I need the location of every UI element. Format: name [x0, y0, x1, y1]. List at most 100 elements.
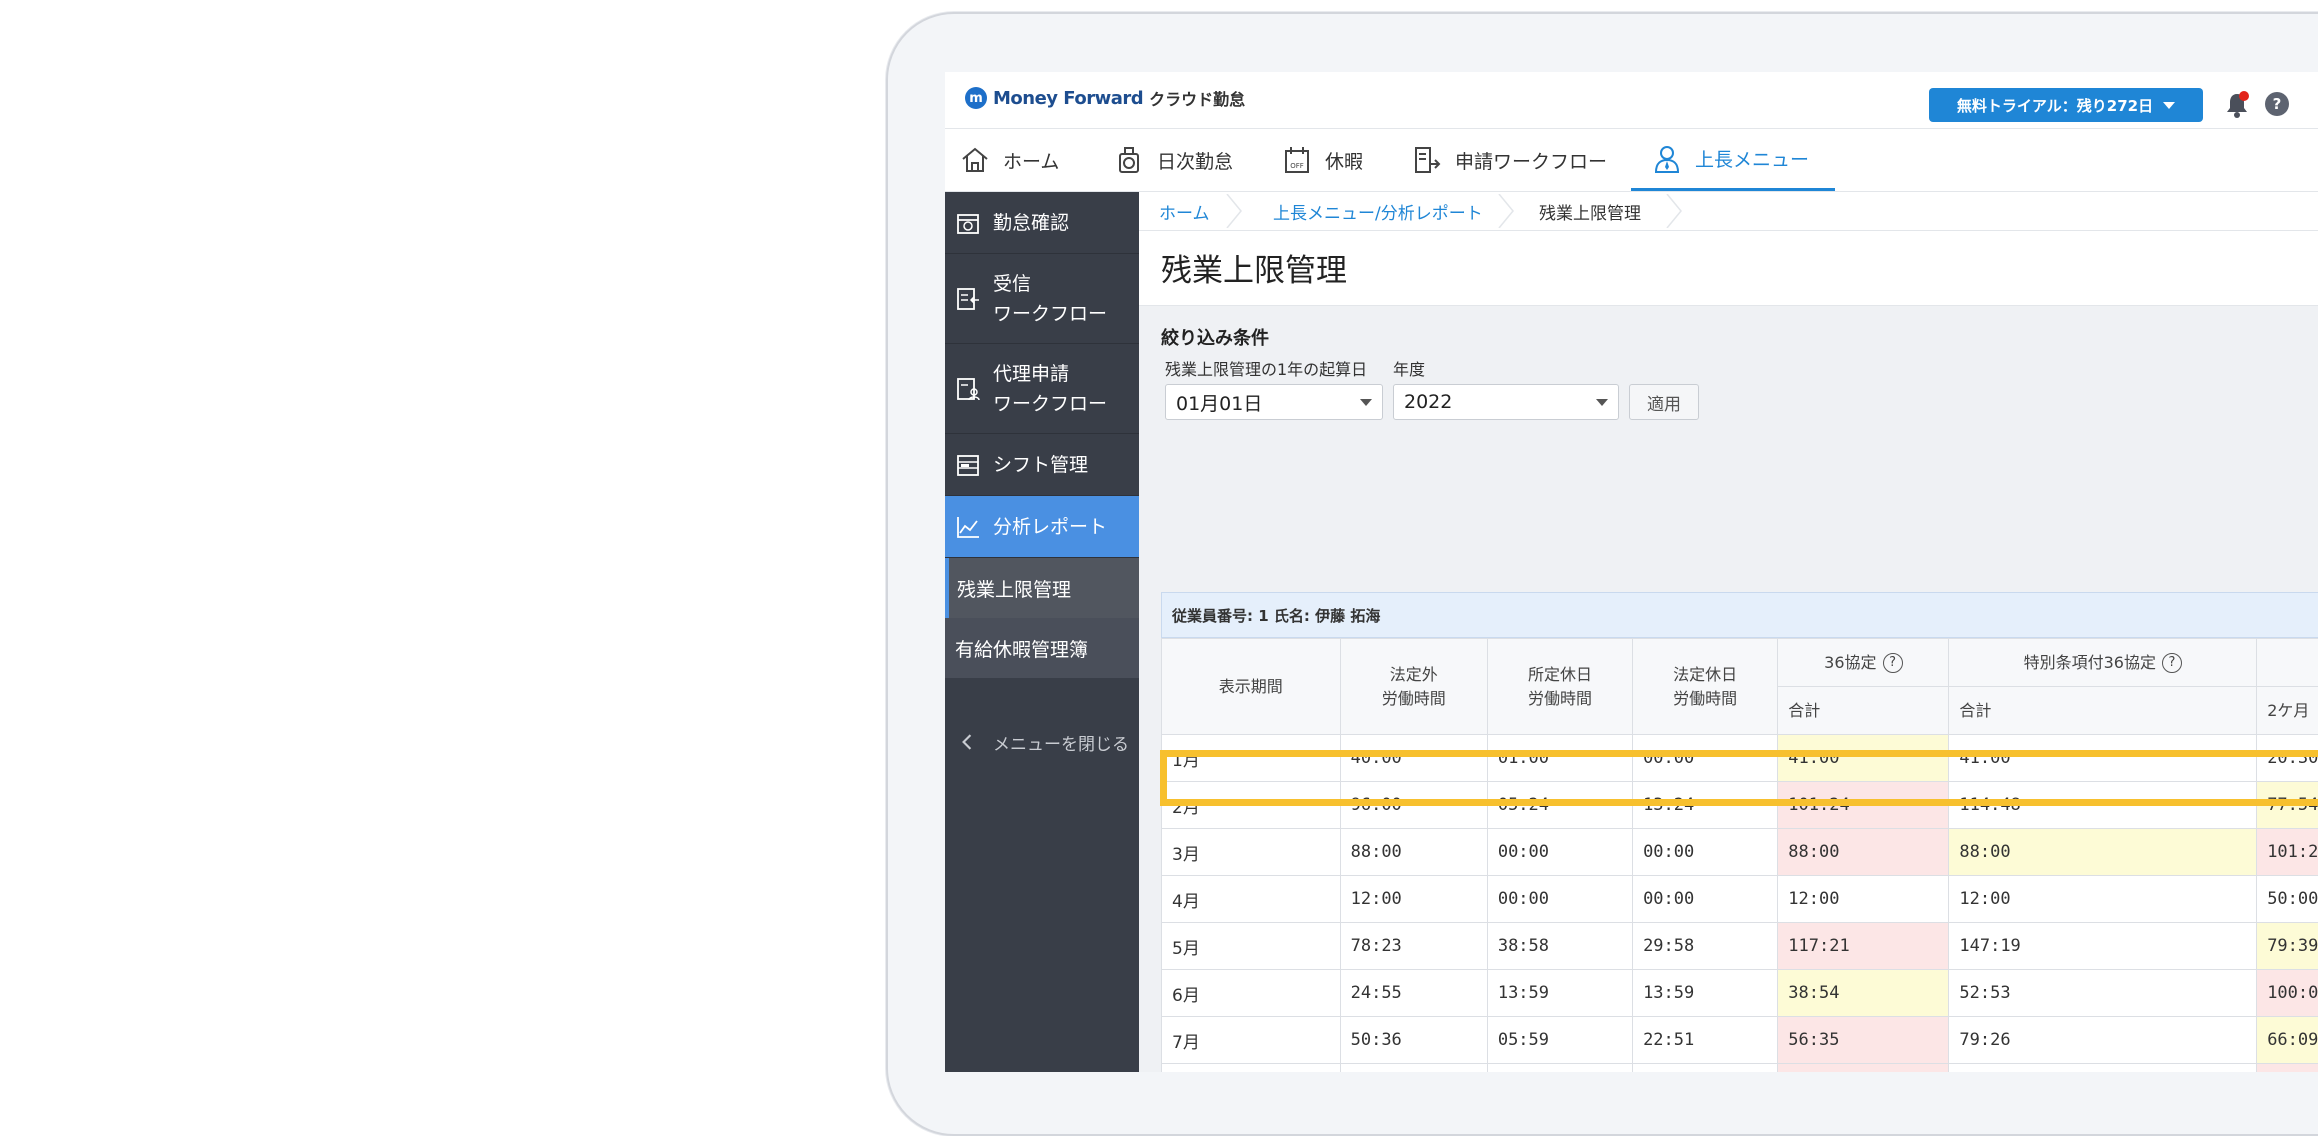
cell-legal-holiday: 13:24	[1633, 782, 1778, 829]
header-two-month: 2ケ月	[2257, 687, 2318, 735]
help-circle-icon[interactable]: ?	[1883, 653, 1903, 673]
svg-text:OFF: OFF	[1290, 162, 1304, 170]
app-logo[interactable]: m Money Forward クラウド勤怠	[965, 86, 1245, 110]
manager-user-icon	[1651, 143, 1683, 175]
header-36-total: 合計	[1778, 687, 1949, 735]
breadcrumb-manager-analytics[interactable]: 上長メニュー/分析レポート	[1273, 192, 1483, 230]
cell-36-total: 56:35	[1778, 1017, 1949, 1064]
cell-two-month: 20:30	[2257, 735, 2318, 782]
header-legal-overtime: 法定外 労働時間	[1340, 639, 1487, 735]
tab-label: 休暇	[1325, 147, 1363, 174]
cell-scheduled-holiday: 00:00	[1487, 829, 1632, 876]
sidebar-item-label: 受信 ワークフロー	[993, 269, 1107, 329]
cell-scheduled-holiday: 13:59	[1487, 970, 1632, 1017]
help-icon[interactable]: ?	[2265, 92, 2289, 116]
header-period: 表示期間	[1162, 639, 1341, 735]
header-special-36-agreement: 特別条項付36協定?	[1949, 639, 2257, 687]
cell-legal-holiday: 22:51	[1633, 1017, 1778, 1064]
chevron-down-icon	[2163, 102, 2175, 109]
cell-legal-holiday: 00:00	[1633, 829, 1778, 876]
table-row: 3月88:0000:0000:0088:0088:00101:2	[1162, 829, 2318, 876]
trial-dropdown-button[interactable]: 無料トライアル：残り272日	[1929, 88, 2203, 122]
cell-two-month: 101:2	[2257, 829, 2318, 876]
cell-month: 7月	[1162, 1017, 1341, 1064]
cell-special-total: 12:00	[1949, 876, 2257, 923]
sidebar-item-shift-management[interactable]: シフト管理	[945, 434, 1139, 496]
cell-month: 3月	[1162, 829, 1341, 876]
sidebar-item-proxy-workflow[interactable]: 代理申請 ワークフロー	[945, 344, 1139, 434]
document-arrow-icon	[1411, 144, 1443, 176]
cell-legal-holiday: 00:00	[1633, 876, 1778, 923]
sidebar-item-attendance-check[interactable]: 勤怠確認	[945, 192, 1139, 254]
cell-two-month: 50:00	[2257, 876, 2318, 923]
tab-workflow[interactable]: 申請ワークフロー	[1411, 129, 1607, 191]
table-row: 5月78:2338:5829:58117:21147:1979:39	[1162, 923, 2318, 970]
calendar-off-icon: OFF	[1281, 144, 1313, 176]
table-row: 2月96:0005:2413:24101:24114:4877:54	[1162, 782, 2318, 829]
header-label: 特別条項付36協定	[2024, 653, 2156, 672]
close-menu-button[interactable]: メニューを閉じる	[945, 712, 1139, 772]
help-circle-icon[interactable]: ?	[2162, 653, 2182, 673]
app-screen: m Money Forward クラウド勤怠 無料トライアル：残り272日 ? …	[945, 72, 2318, 1072]
sidebar-subitem-overtime-limit[interactable]: 残業上限管理	[945, 558, 1139, 618]
page-title: 残業上限管理	[1161, 245, 1347, 290]
cell-special-total: 79:26	[1949, 1017, 2257, 1064]
document-user-icon	[955, 376, 981, 402]
tab-leave[interactable]: OFF 休暇	[1281, 129, 1363, 191]
tab-label: 上長メニュー	[1695, 145, 1809, 172]
sidebar-item-received-workflow[interactable]: 受信 ワークフロー	[945, 254, 1139, 344]
year-select[interactable]: 2022	[1393, 384, 1619, 420]
table-body: 1月40:0001:0000:0041:0041:0020:302月96:000…	[1162, 735, 2318, 1073]
top-bar: m Money Forward クラウド勤怠 無料トライアル：残り272日 ?	[945, 72, 2318, 129]
year-value: 2022	[1404, 391, 1452, 413]
title-bar: 残業上限管理	[1139, 231, 2318, 306]
table-row: 1月40:0001:0000:0041:0041:0020:30	[1162, 735, 2318, 782]
cell-36-total: 117:21	[1778, 923, 1949, 970]
start-date-select[interactable]: 01月01日	[1165, 384, 1383, 420]
cell-36-total: 41:00	[1778, 735, 1949, 782]
cell-36-total: 88:00	[1778, 829, 1949, 876]
cell-legal-overtime: 24:55	[1340, 970, 1487, 1017]
document-inbox-icon	[955, 286, 981, 312]
logo-text: Money Forward	[993, 88, 1143, 109]
bell-icon[interactable]	[2223, 90, 2251, 120]
tab-home[interactable]: ホーム	[959, 129, 1059, 191]
cell-month: 1月	[1162, 735, 1341, 782]
tab-label: 申請ワークフロー	[1455, 147, 1607, 174]
tab-label: 日次勤怠	[1157, 147, 1233, 174]
sidebar-item-label: シフト管理	[993, 450, 1088, 480]
camera-clock-icon	[1113, 144, 1145, 176]
cell-scheduled-holiday: 05:59	[1487, 1017, 1632, 1064]
cell-two-month: 77:54	[2257, 782, 2318, 829]
cell-special-total: 114:48	[1949, 782, 2257, 829]
cell-36-total: 38:54	[1778, 970, 1949, 1017]
start-date-label: 残業上限管理の1年の起算日	[1165, 356, 1367, 380]
cell-legal-overtime: 96:00	[1340, 782, 1487, 829]
cell-legal-overtime: 12:00	[1340, 876, 1487, 923]
cell-legal-overtime: 88:00	[1340, 829, 1487, 876]
cell-legal-overtime: 40:00	[1340, 735, 1487, 782]
sidebar-subitem-paid-leave-register[interactable]: 有給休暇管理簿	[945, 618, 1139, 678]
cell-special-total: 41:00	[1949, 735, 2257, 782]
breadcrumb-separator	[1225, 194, 1245, 228]
table-row: 6月24:5513:5913:5938:5452:53100:0	[1162, 970, 2318, 1017]
cell-scheduled-holiday: 38:58	[1487, 923, 1632, 970]
cell-two-month: 100:0	[2257, 970, 2318, 1017]
chevron-down-icon	[1596, 399, 1608, 406]
chevron-left-icon	[961, 733, 973, 751]
tab-manager-menu[interactable]: 上長メニュー	[1631, 129, 1835, 191]
main-nav: ホーム 日次勤怠 OFF 休暇 申請ワークフロー 上長メニュー	[945, 129, 2318, 192]
cell-special-total: 52:53	[1949, 970, 2257, 1017]
start-date-value: 01月01日	[1176, 389, 1262, 416]
cell-month: 4月	[1162, 876, 1341, 923]
header-label: 36協定	[1824, 653, 1876, 672]
cell-two-month: 79:39	[2257, 923, 2318, 970]
sidebar-item-label: 勤怠確認	[993, 208, 1069, 238]
tab-daily-attendance[interactable]: 日次勤怠	[1113, 129, 1233, 191]
trial-label: 無料トライアル：残り272日	[1957, 95, 2153, 116]
breadcrumb-home[interactable]: ホーム	[1159, 192, 1210, 230]
cell-legal-holiday: 13:59	[1633, 970, 1778, 1017]
filter-heading: 絞り込み条件	[1161, 324, 1269, 350]
apply-button[interactable]: 適用	[1629, 384, 1699, 420]
sidebar-item-analytics-report[interactable]: 分析レポート	[945, 496, 1139, 558]
